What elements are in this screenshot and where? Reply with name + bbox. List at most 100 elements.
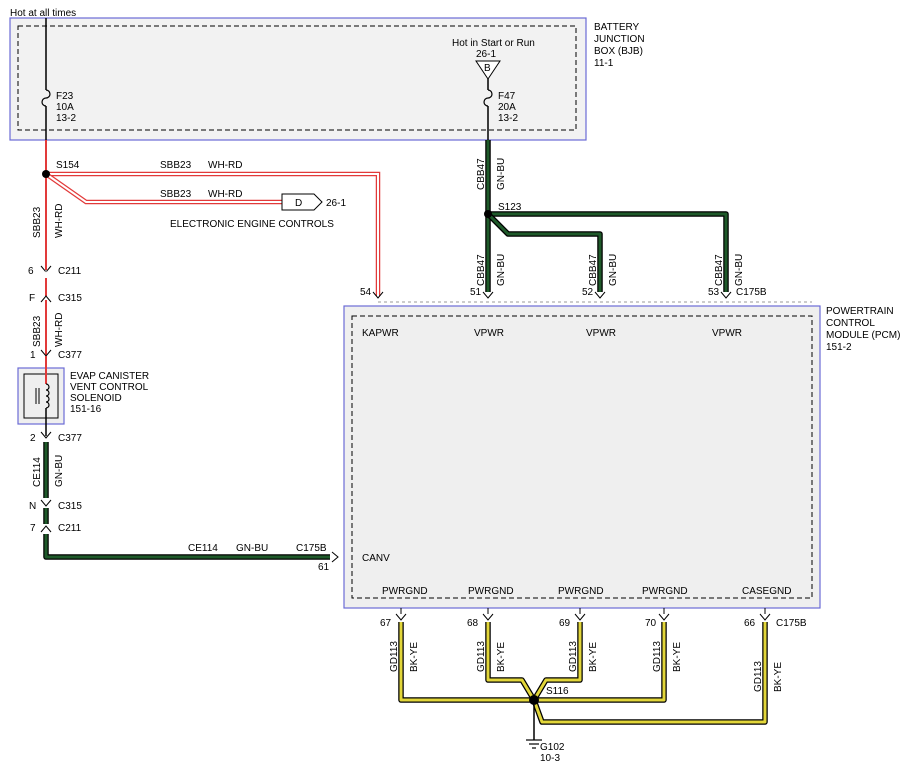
eec-label: ELECTRONIC ENGINE CONTROLS xyxy=(170,219,334,230)
c211-label-top: C211 xyxy=(58,266,82,277)
pcm-pin-68-connector xyxy=(482,613,494,621)
gnbu-label-51: GN-BU xyxy=(496,254,507,286)
wiring-diagram: Hot at all times BATTERY JUNCTION BOX (B… xyxy=(9,8,900,764)
f23-name: F23 xyxy=(56,91,74,102)
whrd-label-top: WH-RD xyxy=(208,160,242,171)
pcm-pin-69-connector xyxy=(574,613,586,621)
gd113-label-66: GD113 xyxy=(753,661,764,692)
gnbu-vertical-label-ce114: GN-BU xyxy=(54,455,65,487)
cbb47-label-53: CBB47 xyxy=(714,254,725,286)
s154-label: S154 xyxy=(56,160,80,171)
ce114-vertical-label: CE114 xyxy=(32,457,43,487)
connector-c315-bottom xyxy=(40,499,52,507)
pcm-pin-69: 69 xyxy=(559,618,571,629)
bjb-ref: 11-1 xyxy=(594,58,614,69)
ce114-wire xyxy=(43,442,330,560)
splice-s154 xyxy=(42,170,50,178)
pcm-pin-67-connector xyxy=(395,613,407,621)
solenoid-ref: 151-16 xyxy=(70,404,102,415)
c175b-label-top: C175B xyxy=(736,287,767,298)
bkye-label-70: BK-YE xyxy=(672,642,683,672)
pcm-pwrgnd-label-69: PWRGND xyxy=(558,586,604,597)
c175b-label-canv: C175B xyxy=(296,543,327,554)
pcm-vpwr-label-53: VPWR xyxy=(712,328,742,339)
s123-label: S123 xyxy=(498,202,522,213)
f47-amp: 20A xyxy=(498,102,516,113)
pcm-pin-67: 67 xyxy=(380,618,392,629)
gnbu-label-upper: GN-BU xyxy=(496,158,507,190)
c211-label-bottom: C211 xyxy=(58,523,82,534)
sbb23-label-eec: SBB23 xyxy=(160,189,192,200)
bkye-label-66: BK-YE xyxy=(773,662,784,692)
s116-label: S116 xyxy=(546,686,569,697)
gnbu-label-52: GN-BU xyxy=(608,254,619,286)
pcm-pin-52: 52 xyxy=(582,287,594,298)
pcm-vpwr-label-52: VPWR xyxy=(586,328,616,339)
f23-ref: 13-2 xyxy=(56,113,76,124)
hot-at-all-times-label: Hot at all times xyxy=(10,8,76,19)
cbb47-label-51: CBB47 xyxy=(476,254,487,286)
pcm-pin-51-connector xyxy=(482,291,494,299)
splice-s123 xyxy=(484,210,492,218)
pcm-pin-68: 68 xyxy=(467,618,479,629)
connector-c211-bottom xyxy=(40,525,52,533)
gd113-wires xyxy=(398,622,768,725)
bjb-title-1: BATTERY xyxy=(594,22,640,33)
pcm-pwrgnd-label-68: PWRGND xyxy=(468,586,514,597)
sbb23-vertical-label-1: SBB23 xyxy=(32,206,43,238)
ground-ref: 10-3 xyxy=(540,753,560,764)
bkye-label-69: BK-YE xyxy=(588,642,599,672)
bkye-label-68: BK-YE xyxy=(496,642,507,672)
evap-solenoid xyxy=(17,356,65,436)
c377-pin-2: 2 xyxy=(30,433,36,444)
pcm-casegnd-label: CASEGND xyxy=(742,586,791,597)
splice-s116 xyxy=(529,695,539,705)
c315-label-top: C315 xyxy=(58,293,82,304)
hot-start-run-ref: 26-1 xyxy=(476,49,496,60)
pcm-pin-66: 66 xyxy=(744,618,756,629)
ground-name: G102 xyxy=(540,742,565,753)
c315-pin-f: F xyxy=(29,293,35,304)
solenoid-label-2: VENT CONTROL xyxy=(70,382,149,393)
pcm-title-2: CONTROL xyxy=(826,318,875,329)
eec-ref: 26-1 xyxy=(326,198,346,209)
b-symbol-label: B xyxy=(484,63,491,74)
pcm-pin-54: 54 xyxy=(360,287,372,298)
cbb47-label-upper: CBB47 xyxy=(476,158,487,190)
connector-canv-pin xyxy=(331,551,339,563)
gd113-label-70: GD113 xyxy=(652,641,663,672)
f47-ref: 13-2 xyxy=(498,113,518,124)
c377-pin-1: 1 xyxy=(30,350,36,361)
sbb23-wires xyxy=(44,140,381,355)
bkye-label-67: BK-YE xyxy=(409,642,420,672)
c315-pin-n: N xyxy=(29,501,36,512)
pcm-pin-53: 53 xyxy=(708,287,720,298)
gnbu-label-53: GN-BU xyxy=(734,254,745,286)
gd113-label-67: GD113 xyxy=(389,641,400,672)
eec-symbol-label: D xyxy=(295,198,302,209)
solenoid-label-1: EVAP CANISTER xyxy=(70,371,149,382)
pcm-pwrgnd-label-70: PWRGND xyxy=(642,586,688,597)
f47-name: F47 xyxy=(498,91,516,102)
pcm-kapwr-label: KAPWR xyxy=(362,328,399,339)
whrd-label-eec: WH-RD xyxy=(208,189,242,200)
cbb47-wires xyxy=(485,140,729,292)
f23-amp: 10A xyxy=(56,102,74,113)
pcm-title-3: MODULE (PCM) xyxy=(826,330,900,341)
ce114-horizontal-label: CE114 xyxy=(188,543,218,554)
bjb-title-3: BOX (BJB) xyxy=(594,46,643,57)
cbb47-label-52: CBB47 xyxy=(588,254,599,286)
c315-label-bottom: C315 xyxy=(58,501,82,512)
whrd-vertical-label-2: WH-RD xyxy=(54,313,65,347)
gd113-label-68: GD113 xyxy=(476,641,487,672)
bjb-title-2: JUNCTION xyxy=(594,34,645,45)
sbb23-vertical-label-2: SBB23 xyxy=(32,315,43,347)
c175b-label-bottom: C175B xyxy=(776,618,807,629)
c211-pin-7: 7 xyxy=(30,523,36,534)
pcm-pin-66-connector xyxy=(759,613,771,621)
solenoid-label-3: SOLENOID xyxy=(70,393,122,404)
c377-label-bottom: C377 xyxy=(58,433,82,444)
c377-label-top: C377 xyxy=(58,350,82,361)
pcm-pin-52-connector xyxy=(594,291,606,299)
sbb23-label-top: SBB23 xyxy=(160,160,192,171)
